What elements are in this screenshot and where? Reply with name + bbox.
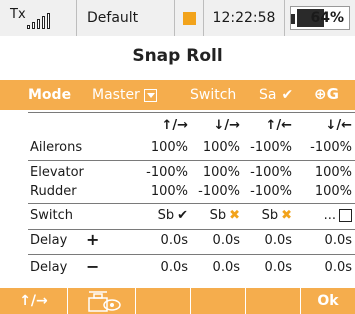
plus-sign: +: [86, 230, 100, 249]
page-title: Snap Roll: [132, 46, 223, 66]
tx-label: Tx: [10, 6, 26, 22]
mode-select[interactable]: Master: [92, 87, 157, 103]
servo-eye-icon: [87, 291, 121, 312]
warning-square-icon: [182, 11, 196, 25]
switch-select[interactable]: Sb ✖: [190, 208, 240, 223]
divider: [28, 160, 355, 161]
value-cell[interactable]: 0.0s: [140, 233, 188, 248]
value-cell[interactable]: 0.0s: [242, 260, 292, 275]
value-cell[interactable]: 0.0s: [190, 260, 240, 275]
value-cell[interactable]: 100%: [190, 165, 240, 180]
divider: [28, 254, 355, 255]
function-menu: ↑/→ Ok: [0, 288, 355, 314]
row-label-delay-down: Delay: [30, 260, 68, 275]
column-header: ↑/←: [265, 118, 292, 133]
cross-icon: ✖: [281, 208, 292, 223]
warning-indicator: [175, 0, 204, 36]
signal-bars-icon: [26, 13, 50, 29]
value-cell[interactable]: -100%: [190, 184, 240, 199]
switch-name: Sb: [157, 208, 175, 223]
mode-value: Master: [92, 87, 140, 103]
value-cell[interactable]: -100%: [242, 140, 292, 155]
switch-name: Sb: [261, 208, 279, 223]
value-cell[interactable]: -100%: [140, 165, 188, 180]
switch-select[interactable]: ...: [294, 208, 352, 223]
minus-sign: −: [86, 257, 100, 276]
status-bar: Tx Default 12:22:58 64%: [0, 0, 355, 36]
divider: [28, 203, 355, 204]
value-cell[interactable]: -100%: [242, 184, 292, 199]
switch-select[interactable]: Sb ✔: [140, 208, 188, 223]
transmitter-signal: Tx: [0, 0, 77, 36]
battery-indicator: 64%: [285, 0, 355, 36]
battery-icon: 64%: [290, 6, 350, 30]
row-label-delay-up: Delay: [30, 233, 68, 248]
model-name[interactable]: Default: [77, 0, 175, 36]
mode-switch-value: Sa: [259, 87, 277, 103]
divider: [28, 229, 355, 230]
value-cell[interactable]: 100%: [140, 140, 188, 155]
f3-button[interactable]: [136, 288, 191, 314]
row-label-ailerons: Ailerons: [30, 140, 83, 155]
value-cell[interactable]: 0.0s: [294, 260, 352, 275]
column-header: ↑/→: [161, 118, 188, 133]
switch-name: Sb: [209, 208, 227, 223]
column-header: ↓/→: [213, 118, 240, 133]
switch-select[interactable]: Sb ✖: [242, 208, 292, 223]
check-icon: ✔: [177, 208, 188, 223]
value-cell[interactable]: 100%: [294, 184, 352, 199]
row-label-rudder: Rudder: [30, 184, 77, 199]
value-cell[interactable]: -100%: [242, 165, 292, 180]
value-cell[interactable]: 0.0s: [294, 233, 352, 248]
value-cell[interactable]: -100%: [294, 140, 352, 155]
f1-direction-button[interactable]: ↑/→: [0, 288, 68, 314]
value-cell[interactable]: 0.0s: [140, 260, 188, 275]
mode-switch-select[interactable]: Sa ✔: [259, 87, 293, 103]
value-cell[interactable]: 0.0s: [242, 233, 292, 248]
value-cell[interactable]: 0.0s: [190, 233, 240, 248]
dropdown-icon: [339, 209, 352, 222]
row-label-elevator: Elevator: [30, 165, 84, 180]
check-icon: ✔: [281, 87, 294, 103]
dropdown-icon: [143, 88, 157, 102]
clock: 12:22:58: [204, 0, 285, 36]
cross-icon: ✖: [229, 208, 240, 223]
value-cell[interactable]: 100%: [190, 140, 240, 155]
column-header: ↓/←: [325, 118, 352, 133]
globe-icon: ⊕: [314, 85, 327, 103]
value-cell[interactable]: 100%: [294, 165, 352, 180]
battery-percent: 64%: [310, 10, 344, 26]
global-label: G: [326, 85, 339, 103]
f2-servo-view-button[interactable]: [68, 288, 136, 314]
mode-label: Mode: [28, 87, 72, 103]
value-cell[interactable]: 100%: [140, 184, 188, 199]
mode-switch-label: Switch: [190, 87, 237, 103]
row-label-switch: Switch: [30, 208, 73, 223]
f5-button[interactable]: [246, 288, 301, 314]
mode-bar: Mode Master Switch Sa ✔ ⊕G: [0, 80, 355, 110]
global-toggle[interactable]: ⊕G: [314, 85, 339, 103]
ok-button[interactable]: Ok: [301, 288, 355, 314]
switch-name: ...: [323, 208, 336, 223]
f4-button[interactable]: [191, 288, 246, 314]
divider: [28, 112, 355, 113]
